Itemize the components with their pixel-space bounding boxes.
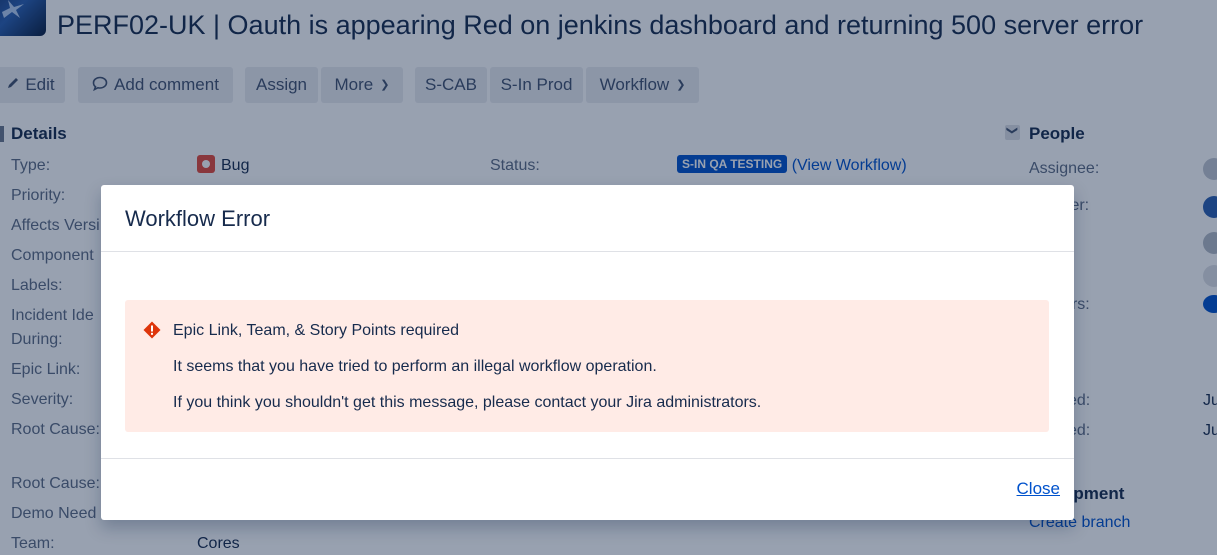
close-link[interactable]: Close — [1017, 479, 1060, 499]
dialog-title: Workflow Error — [125, 206, 271, 231]
error-line-2: If you think you shouldn't get this mess… — [173, 394, 762, 411]
dialog-header: Workflow Error — [101, 185, 1074, 252]
workflow-error-dialog: Workflow Error Epic Link, Team, & Story … — [101, 185, 1074, 520]
error-message-box: Epic Link, Team, & Story Points required… — [125, 300, 1049, 432]
dialog-footer: Close — [101, 458, 1074, 521]
error-heading: Epic Link, Team, & Story Points required — [173, 322, 460, 339]
issue-page: PERF02-UK | Oauth is appearing Red on je… — [0, 0, 1217, 555]
error-line-1: It seems that you have tried to perform … — [173, 358, 657, 375]
error-icon — [143, 321, 161, 344]
